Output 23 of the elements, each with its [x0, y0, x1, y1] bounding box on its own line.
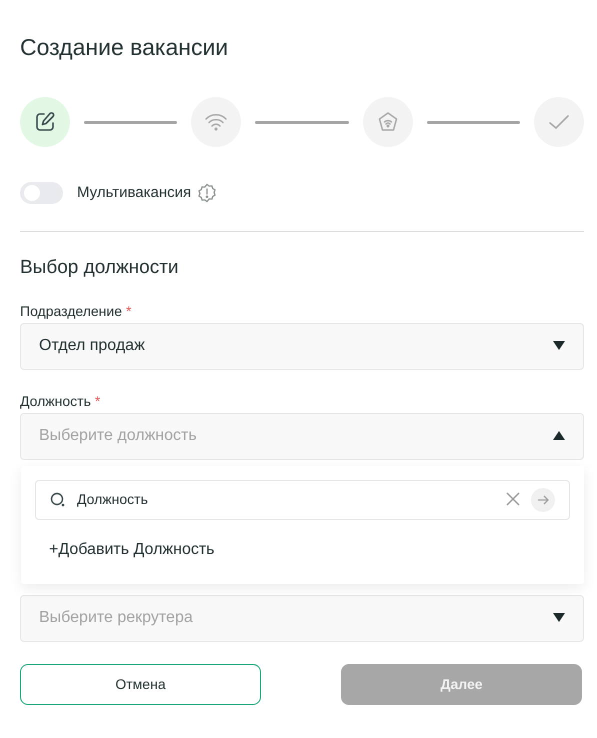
page-title: Создание вакансии — [20, 33, 230, 61]
toggle-label: Мультивакансия — [77, 183, 192, 203]
search-icon — [50, 492, 65, 507]
wifi-icon — [204, 112, 228, 132]
caret-icon — [553, 613, 565, 622]
caret-icon — [553, 431, 565, 440]
submit-button[interactable] — [531, 488, 555, 512]
cancel-button[interactable]: Отмена — [20, 664, 261, 704]
search-input[interactable]: Должность — [75, 488, 495, 511]
select-field[interactable]: Отдел продаж — [20, 322, 584, 370]
required-mark: * — [94, 392, 100, 410]
caret-icon — [553, 341, 565, 350]
required-mark: * — [126, 302, 132, 320]
edit-icon — [33, 110, 57, 134]
add-position-link[interactable]: +Добавить Должность — [49, 538, 214, 562]
field-label: Подразделение — [20, 302, 122, 320]
check-icon — [546, 113, 571, 131]
section-title: Выбор должности — [20, 256, 180, 278]
field-label: Должность — [20, 392, 91, 410]
arrow-icon — [537, 494, 549, 504]
search-field[interactable]: Должность — [35, 480, 570, 520]
step-circle[interactable] — [20, 97, 70, 147]
warning-icon — [197, 183, 218, 204]
